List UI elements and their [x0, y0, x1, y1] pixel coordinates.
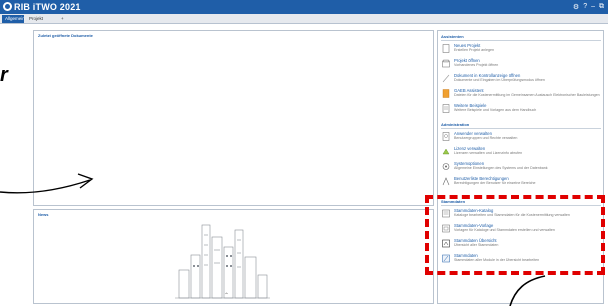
- app-title: RIB iTWO 2021: [14, 2, 81, 12]
- tab-bar: Allgemein Projekt +: [0, 14, 608, 24]
- open-project-icon: [442, 59, 450, 68]
- task-description: Vorhandenes Projekt öffnen: [454, 63, 499, 67]
- tab-project[interactable]: Projekt: [26, 15, 46, 23]
- task-manage-license[interactable]: Lizenz verwalten Lizenzen verwalten und …: [442, 146, 600, 160]
- recent-documents-title: Zuletzt geöffnete Dokumente: [38, 33, 93, 38]
- tab-general[interactable]: Allgemein: [2, 15, 25, 23]
- chevron-up-icon[interactable]: ⌃: [224, 292, 232, 300]
- task-description: Dateien für die Kostenermittlung im Geme…: [454, 93, 600, 97]
- license-icon: [442, 148, 450, 155]
- section-assistants-title: Assistenten: [441, 34, 464, 39]
- task-open-document[interactable]: Dokument in Kontrollanzeige öffnen Dokum…: [442, 73, 600, 87]
- examples-icon: [442, 104, 450, 113]
- task-description: Weitere Beispiele und Vorlagen aus dem H…: [454, 108, 537, 112]
- annotation-arrow-icon: [0, 173, 94, 194]
- city-buildings-illustration: [175, 224, 270, 299]
- task-description: Lizenzen verwalten und Lizenzinfo abrufe…: [454, 151, 523, 155]
- new-project-icon: [442, 44, 450, 53]
- news-title: News: [38, 212, 49, 217]
- help-icon[interactable]: ?: [583, 3, 587, 11]
- options-icon: [442, 163, 450, 170]
- section-divider: [441, 128, 601, 129]
- task-description: Berechtigungen der Benutzer für einzelne…: [454, 181, 536, 185]
- task-permissions[interactable]: Benutzerliste Berechtigungen Berechtigun…: [442, 176, 600, 190]
- document-icon: [442, 74, 450, 83]
- annotation-curve-icon: [509, 275, 546, 306]
- section-divider: [441, 40, 601, 41]
- task-new-project[interactable]: Neues Projekt Erstellen Projekt anlegen: [442, 43, 600, 57]
- task-manage-users[interactable]: Anwender verwalten Benutzergruppen und R…: [442, 131, 600, 145]
- permissions-icon: [442, 177, 450, 186]
- annotation-letter: r: [0, 64, 8, 86]
- section-administration-title: Administration: [441, 122, 470, 127]
- add-tab-button[interactable]: +: [58, 15, 66, 23]
- task-description: Dokumente und Eingaben im Überprüfungsmo…: [454, 78, 545, 82]
- rib-logo-icon: [3, 2, 12, 11]
- task-description: Allgemeine Einstellungen des Systems und…: [454, 166, 548, 170]
- task-description: Erstellen Projekt anlegen: [454, 48, 494, 52]
- task-description: Benutzergruppen und Rechte verwalten: [454, 136, 518, 140]
- gaeb-icon: [442, 89, 450, 98]
- highlight-dashed-box: [425, 195, 605, 275]
- settings-icon[interactable]: ⚙: [573, 3, 579, 11]
- minimize-button[interactable]: –: [591, 3, 595, 11]
- window-controls: ⚙ ? – ⧉: [573, 3, 604, 11]
- task-open-project[interactable]: Projekt öffnen Vorhandenes Projekt öffne…: [442, 58, 600, 72]
- restore-button[interactable]: ⧉: [599, 3, 604, 11]
- task-system-options[interactable]: Systemoptionen Allgemeine Einstellungen …: [442, 161, 600, 175]
- task-gaeb-assistant[interactable]: GAEB Assistent Dateien für die Kostenerm…: [442, 88, 600, 102]
- task-more-examples[interactable]: Weitere Beispiele Weitere Beispiele und …: [442, 103, 600, 117]
- title-bar: RIB iTWO 2021 ⚙ ? – ⧉: [0, 0, 608, 14]
- users-icon: [442, 132, 450, 141]
